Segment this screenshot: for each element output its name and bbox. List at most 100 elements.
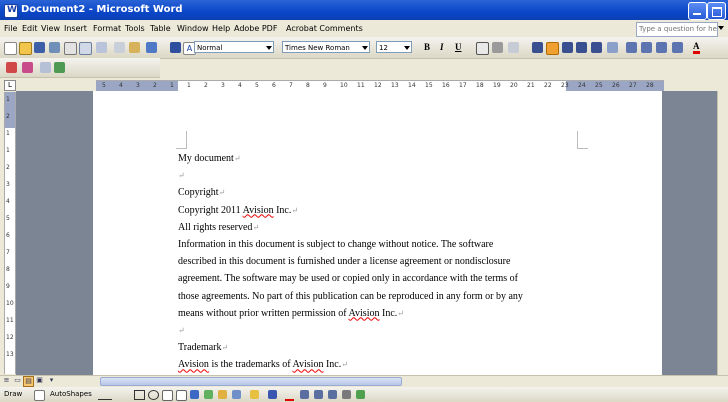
cut-icon[interactable] (114, 42, 125, 53)
document-line[interactable]: described in this document is furnished … (178, 253, 598, 270)
document-line[interactable]: Trademark↵ (178, 339, 598, 356)
help-menu-arrow-icon[interactable] (718, 26, 724, 30)
insert-picture-icon[interactable] (232, 390, 241, 399)
diagram-icon[interactable] (204, 390, 213, 399)
menu-file[interactable]: File (4, 24, 17, 33)
font-color-draw-icon[interactable] (285, 390, 294, 401)
justify-icon[interactable] (576, 42, 587, 53)
research-icon[interactable] (96, 42, 107, 53)
chevron-down-icon[interactable] (404, 46, 410, 50)
decrease-indent-icon[interactable] (656, 42, 667, 53)
misspelled-word[interactable]: Avision (349, 308, 380, 319)
pdf-review-icon[interactable] (40, 62, 51, 73)
oval-icon[interactable] (148, 390, 159, 400)
vertical-scrollbar[interactable] (717, 91, 728, 375)
menu-acrobat-comments[interactable]: Acrobat Comments (286, 24, 363, 33)
restore-button[interactable] (707, 2, 726, 20)
character-scale-icon[interactable] (508, 42, 519, 53)
align-right-icon[interactable] (562, 42, 573, 53)
document-line[interactable]: Avision is the trademarks of Avision Inc… (178, 356, 598, 373)
text-box-icon[interactable] (162, 390, 173, 401)
character-shading-icon[interactable] (492, 42, 503, 53)
document-line[interactable]: agreement. The software may be used or c… (178, 270, 598, 287)
style-combobox[interactable]: Normal (194, 41, 274, 53)
save-icon[interactable] (34, 42, 45, 53)
underline-button[interactable]: U (455, 42, 462, 52)
new-document-icon[interactable] (4, 42, 17, 55)
print-icon[interactable] (64, 42, 77, 55)
align-center-icon[interactable] (546, 42, 559, 55)
convert-to-pdf-icon[interactable] (6, 62, 17, 73)
outline-view-icon[interactable]: ▾ (47, 376, 56, 385)
arrow-style-icon[interactable] (328, 390, 337, 399)
distributed-icon[interactable] (591, 42, 602, 53)
minimize-button[interactable] (688, 2, 707, 20)
menu-view[interactable]: View (41, 24, 60, 33)
character-border-icon[interactable] (476, 42, 489, 55)
menu-format[interactable]: Format (93, 24, 121, 33)
misspelled-word[interactable]: Avision (178, 359, 209, 370)
shadow-style-icon[interactable] (342, 390, 351, 399)
misspelled-word[interactable]: Avision (293, 359, 324, 370)
chevron-down-icon[interactable] (266, 46, 272, 50)
select-objects-icon[interactable] (34, 390, 45, 401)
increase-indent-icon[interactable] (672, 42, 683, 53)
numbering-icon[interactable] (626, 42, 637, 53)
document-line[interactable]: Information in this document is subject … (178, 236, 598, 253)
font-size-combobox[interactable]: 12 (376, 41, 412, 53)
help-question-input[interactable] (637, 23, 719, 35)
document-line[interactable]: All rights reserved↵ (178, 219, 598, 236)
document-line[interactable]: Copyright↵ (178, 184, 598, 201)
draw-menu-button[interactable]: Draw (4, 390, 22, 398)
3d-style-icon[interactable] (356, 390, 365, 399)
arrow-icon[interactable] (116, 390, 130, 399)
menu-edit[interactable]: Edit (22, 24, 38, 33)
menu-table[interactable]: Table (150, 24, 171, 33)
document-line[interactable]: those agreements. No part of this public… (178, 288, 598, 305)
font-combobox[interactable]: Times New Roman (282, 41, 370, 53)
paste-icon[interactable] (129, 42, 140, 53)
rectangle-icon[interactable] (134, 390, 145, 400)
italic-button[interactable]: I (440, 42, 444, 52)
reading-layout-icon[interactable]: ▣ (35, 376, 44, 385)
open-folder-icon[interactable] (19, 42, 32, 55)
menu-tools[interactable]: Tools (125, 24, 145, 33)
menu-window[interactable]: Window (177, 24, 209, 33)
font-color-button[interactable]: A (693, 41, 700, 54)
print-preview-icon[interactable] (79, 42, 92, 55)
line-color-icon[interactable] (268, 390, 277, 399)
document-line[interactable]: ↵ (178, 322, 598, 339)
fill-color-icon[interactable] (250, 390, 259, 399)
bold-button[interactable]: B (424, 42, 430, 52)
align-left-icon[interactable] (532, 42, 543, 53)
line-icon[interactable] (98, 390, 112, 400)
menu-adobe-pdf[interactable]: Adobe PDF (234, 24, 277, 33)
bullets-icon[interactable] (641, 42, 652, 53)
pdf-comments-icon[interactable] (54, 62, 65, 73)
dash-style-icon[interactable] (314, 390, 323, 399)
horizontal-scroll-thumb[interactable] (100, 377, 402, 386)
line-spacing-icon[interactable] (607, 42, 618, 53)
menu-insert[interactable]: Insert (64, 24, 87, 33)
document-map-icon[interactable] (170, 42, 181, 53)
document-line[interactable]: Copyright 2011 Avision Inc.↵ (178, 202, 598, 219)
permission-icon[interactable] (49, 42, 60, 53)
document-line[interactable]: ↵ (178, 167, 598, 184)
document-body[interactable]: My document↵ ↵ Copyright↵ Copyright 2011 Av… (178, 150, 598, 373)
chevron-down-icon[interactable] (362, 46, 368, 50)
autoshapes-menu-button[interactable]: AutoShapes (50, 390, 92, 398)
tab-selector[interactable]: L (4, 80, 16, 91)
undo-icon[interactable] (146, 42, 157, 53)
line-style-icon[interactable] (300, 390, 309, 399)
misspelled-word[interactable]: Avision (243, 205, 274, 216)
document-line[interactable]: means without prior written permission o… (178, 305, 598, 322)
convert-and-email-icon[interactable] (22, 62, 33, 73)
menu-help[interactable]: Help (212, 24, 230, 33)
print-layout-icon[interactable]: ▤ (23, 376, 34, 387)
word-app-icon[interactable] (4, 4, 18, 18)
vertical-text-box-icon[interactable] (176, 390, 187, 401)
document-line[interactable]: My document↵ (178, 150, 598, 167)
normal-view-icon[interactable]: ≡ (2, 376, 11, 385)
clip-art-icon[interactable] (218, 390, 227, 399)
wordart-icon[interactable] (190, 390, 199, 399)
